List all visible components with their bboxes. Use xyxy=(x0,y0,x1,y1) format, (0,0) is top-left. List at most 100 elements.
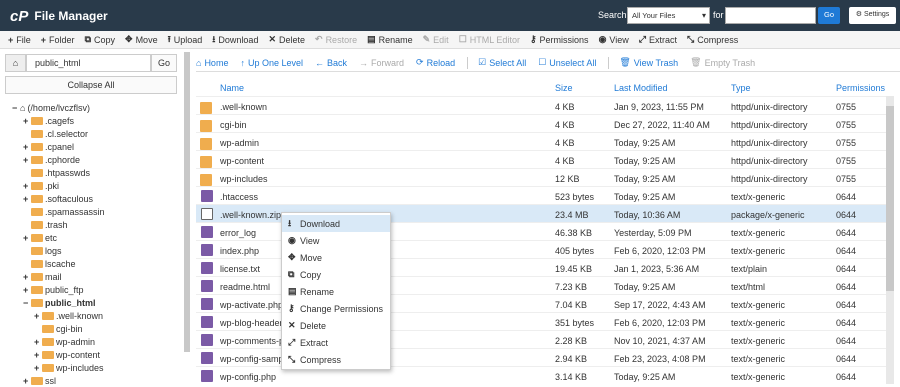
tree-item[interactable]: + .softaculous xyxy=(23,192,93,205)
toolbar-compress-button[interactable]: ⤡ Compress xyxy=(687,34,738,45)
context-menu-move[interactable]: ✥ Move xyxy=(282,249,390,266)
settings-button[interactable]: ⚙ Settings xyxy=(849,7,896,24)
tree-item[interactable]: + .pki xyxy=(23,179,59,192)
tree-toggle-icon[interactable]: + xyxy=(23,233,31,243)
nav-unselect-all-button[interactable]: ☐ Unselect All xyxy=(538,57,596,68)
search-input[interactable] xyxy=(725,7,816,24)
tree-item[interactable]: .spamassassin xyxy=(23,205,105,218)
home-icon[interactable]: ⌂ xyxy=(5,54,26,72)
file-list-scroll-thumb[interactable] xyxy=(886,106,894,291)
tree-toggle-icon[interactable]: + xyxy=(34,337,42,347)
nav-up-one-level-button[interactable]: ↑ Up One Level xyxy=(240,58,303,68)
tree-item[interactable]: + .cagefs xyxy=(23,114,74,127)
tree-toggle-icon[interactable]: + xyxy=(34,350,42,360)
context-menu-extract[interactable]: ⤢ Extract xyxy=(282,334,390,351)
path-input[interactable]: public_html xyxy=(26,54,151,72)
tree-item[interactable]: + public_ftp xyxy=(23,283,84,296)
table-row[interactable]: wp-content 4 KB Today, 9:25 AM httpd/unix-d… xyxy=(196,150,886,168)
col-size[interactable]: Size xyxy=(555,83,573,93)
toolbar-html-editor-button[interactable]: ☐ HTML Editor xyxy=(459,34,520,45)
tree-item[interactable]: logs xyxy=(23,244,62,257)
tree-toggle-icon[interactable]: + xyxy=(23,155,31,165)
toolbar-rename-button[interactable]: ▤ Rename xyxy=(367,34,413,45)
tree-toggle-icon[interactable]: + xyxy=(23,116,31,126)
nav-view-trash-button[interactable]: 🗑 View Trash xyxy=(619,57,678,68)
file-permissions: 0644 xyxy=(836,282,857,292)
tree-item[interactable]: + .cphorde xyxy=(23,153,80,166)
context-menu-rename[interactable]: ▤ Rename xyxy=(282,283,390,300)
file-icon xyxy=(201,352,213,364)
context-menu-copy[interactable]: ⧉ Copy xyxy=(282,266,390,283)
context-menu-view[interactable]: ◉ View xyxy=(282,232,390,249)
tree-toggle-icon[interactable]: − xyxy=(23,298,31,308)
tree-item[interactable]: − ⌂ (/home/lvczflsv) xyxy=(12,101,90,114)
col-permissions[interactable]: Permissions xyxy=(836,83,885,93)
context-menu-compress[interactable]: ⤡ Compress xyxy=(282,351,390,368)
path-go-button[interactable]: Go xyxy=(151,54,177,72)
col-name[interactable]: Name xyxy=(220,83,244,93)
table-row[interactable]: cgi-bin 4 KB Dec 27, 2022, 11:40 AM httpd/u… xyxy=(196,114,886,132)
tree-item[interactable]: + .well-known xyxy=(34,309,103,322)
toolbar-view-button[interactable]: ◉ View xyxy=(599,34,629,45)
tree-toggle-icon[interactable]: + xyxy=(34,363,42,373)
tree-item[interactable]: + wp-content xyxy=(34,348,100,361)
toolbar-delete-button[interactable]: ✕ Delete xyxy=(268,34,305,45)
tree-item[interactable]: .trash xyxy=(23,218,68,231)
toolbar-permissions-button[interactable]: ⚷ Permissions xyxy=(530,34,589,45)
tree-toggle-icon[interactable]: + xyxy=(23,285,31,295)
toolbar-extract-button[interactable]: ⤢ Extract xyxy=(639,34,677,45)
table-row[interactable]: wp-includes 12 KB Today, 9:25 AM httpd/unix… xyxy=(196,168,886,186)
nav-select-all-button[interactable]: ☑ Select All xyxy=(478,57,526,68)
col-type[interactable]: Type xyxy=(731,83,751,93)
context-menu-change-permissions[interactable]: ⚷ Change Permissions xyxy=(282,300,390,317)
tree-item[interactable]: + wp-admin xyxy=(34,335,95,348)
table-row[interactable]: wp-admin 4 KB Today, 9:25 AM httpd/unix-dir… xyxy=(196,132,886,150)
tree-toggle-icon[interactable]: + xyxy=(23,376,31,386)
file-name: wp-config.php xyxy=(220,372,277,382)
context-menu-download[interactable]: ⭳ Download xyxy=(282,215,390,232)
collapse-all-button[interactable]: Collapse All xyxy=(5,76,177,94)
nav-forward-button[interactable]: → Forward xyxy=(359,58,404,68)
tree-toggle-icon[interactable]: + xyxy=(34,311,42,321)
tree-toggle-icon[interactable]: + xyxy=(23,272,31,282)
tree-item[interactable]: + wp-includes xyxy=(34,361,104,374)
table-row[interactable]: .well-known 4 KB Jan 9, 2023, 11:55 PM http… xyxy=(196,96,886,114)
search-go-button[interactable]: Go xyxy=(818,7,840,24)
eye-icon: ◉ xyxy=(598,34,607,44)
tree-toggle-icon[interactable]: − xyxy=(12,103,20,113)
toolbar-copy-button[interactable]: ⧉ Copy xyxy=(85,34,115,45)
chevron-down-icon: ▾ xyxy=(701,11,706,20)
toolbar-edit-button[interactable]: ✎ Edit xyxy=(423,34,449,45)
toolbar-file-button[interactable]: + File xyxy=(8,35,31,45)
toolbar-folder-button[interactable]: + Folder xyxy=(41,35,75,45)
tree-item[interactable]: .cl.selector xyxy=(23,127,88,140)
nav-back-button[interactable]: ← Back xyxy=(315,58,347,68)
tree-item[interactable]: + mail xyxy=(23,270,62,283)
toolbar-move-button[interactable]: ✥ Move xyxy=(125,34,158,45)
tree-item[interactable]: + etc xyxy=(23,231,57,244)
nav-reload-button[interactable]: ⟳ Reload xyxy=(416,57,455,68)
toolbar-download-button[interactable]: ⭳ Download xyxy=(212,32,258,48)
tree-item[interactable]: + .cpanel xyxy=(23,140,74,153)
nav-empty-trash-button[interactable]: 🗑 Empty Trash xyxy=(690,57,755,68)
plus-icon: + xyxy=(8,34,14,45)
file-name: index.php xyxy=(220,246,260,256)
toolbar-upload-button[interactable]: ⭱ Upload xyxy=(168,32,203,48)
tree-item[interactable]: lscache xyxy=(23,257,76,270)
col-modified[interactable]: Last Modified xyxy=(614,83,668,93)
toolbar-restore-button[interactable]: ↶ Restore xyxy=(315,34,357,45)
sidebar-scroll-thumb[interactable] xyxy=(184,52,190,352)
context-menu-delete[interactable]: ✕ Delete xyxy=(282,317,390,334)
tree-item[interactable]: cgi-bin xyxy=(34,322,83,335)
tree-item[interactable]: + ssl xyxy=(23,374,56,387)
table-row[interactable]: .htaccess 523 bytes Today, 9:25 AM text/x-g… xyxy=(196,186,886,204)
tree-item[interactable]: .htpasswds xyxy=(23,166,90,179)
tree-toggle-icon[interactable]: + xyxy=(23,194,31,204)
nav-home-button[interactable]: ⌂ Home xyxy=(196,58,228,68)
file-modified: Today, 9:25 AM xyxy=(614,138,676,148)
tree-toggle-icon[interactable]: + xyxy=(23,181,31,191)
search-scope-select[interactable]: All Your Files ▾ xyxy=(627,7,710,24)
context-menu-label: Change Permissions xyxy=(300,303,384,314)
tree-toggle-icon[interactable]: + xyxy=(23,142,31,152)
tree-item[interactable]: − public_html xyxy=(23,296,96,309)
